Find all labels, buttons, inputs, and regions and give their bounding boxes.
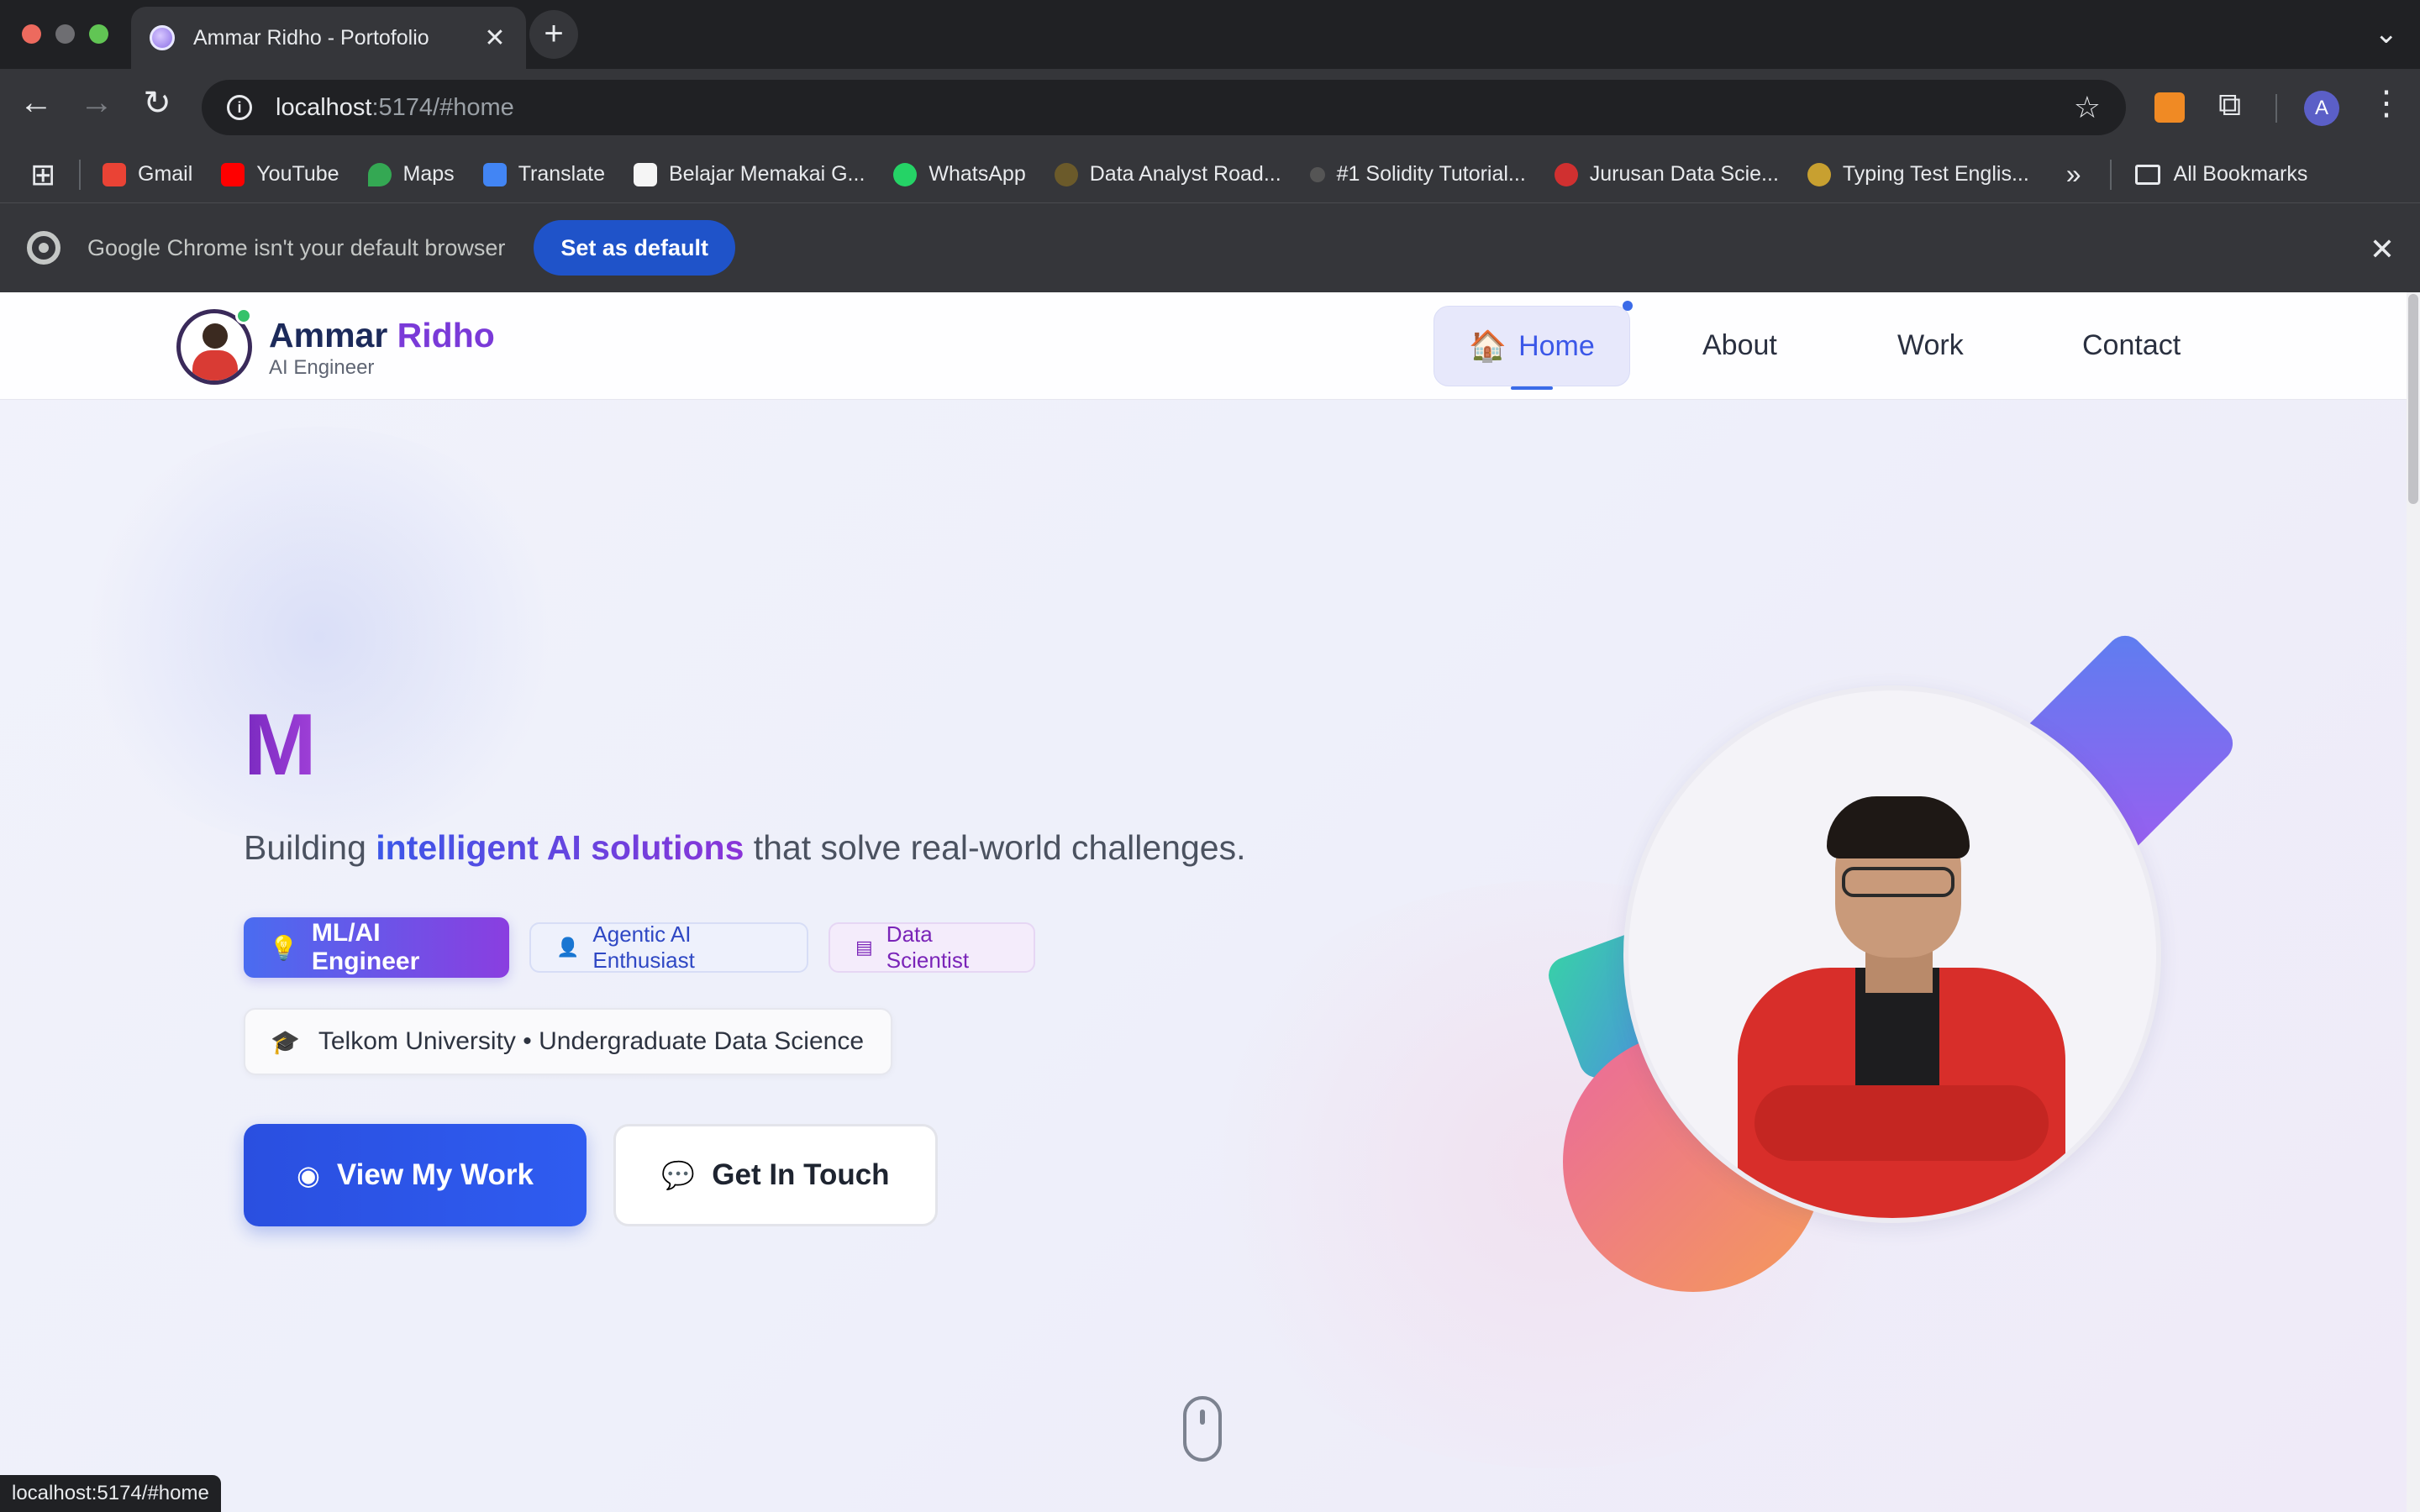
medium-icon: [633, 162, 657, 186]
window-close-button[interactable]: [22, 24, 41, 44]
profile-portrait: [1623, 685, 2161, 1223]
apps-grid-icon[interactable]: ⊞: [30, 157, 64, 192]
all-bookmarks-folder[interactable]: All Bookmarks: [2134, 162, 2307, 186]
online-status-dot: [235, 307, 252, 324]
new-tab-button[interactable]: +: [529, 10, 578, 59]
role-chip-agentic-ai[interactable]: 👤 Agentic AI Enthusiast: [529, 921, 808, 973]
portrait-hair: [1827, 796, 1970, 858]
bookmark-data-analyst[interactable]: Data Analyst Road...: [1054, 162, 1281, 186]
extensions-puzzle-icon[interactable]: ⧉: [2218, 87, 2241, 123]
background-glow: [67, 427, 571, 847]
solidity-icon: [1309, 166, 1325, 182]
view-my-work-button[interactable]: ◉ View My Work: [244, 1124, 587, 1226]
roadmap-icon: [1054, 162, 1078, 186]
bookmarks-bar: ⊞ Gmail YouTube Maps Translate Belajar M…: [0, 146, 2420, 203]
bookmark-gmail[interactable]: Gmail: [103, 162, 192, 186]
scroll-mouse-icon[interactable]: [1183, 1396, 1222, 1462]
lightbulb-icon: 💡: [269, 934, 298, 961]
active-indicator-dot: [1623, 301, 1633, 311]
back-arrow-icon[interactable]: ←: [13, 84, 59, 122]
tab-favicon-icon: [150, 25, 175, 50]
eye-icon: ◉: [297, 1160, 320, 1190]
typing-test-icon: [1807, 162, 1831, 186]
more-bookmarks-chevron-icon[interactable]: »: [2066, 159, 2081, 190]
infobar-close-icon[interactable]: ✕: [2370, 232, 2395, 267]
tab-title: Ammar Ridho - Portofolio: [193, 25, 429, 50]
forward-arrow-icon[interactable]: →: [74, 84, 119, 122]
chrome-logo-icon: [27, 231, 60, 265]
address-bar-url[interactable]: localhost:5174/#home: [276, 94, 2074, 122]
hero-tagline: Building intelligent AI solutions that s…: [244, 828, 1246, 867]
portrait-crossed-arms: [1754, 1085, 2049, 1161]
nav-contact[interactable]: Contact: [2082, 329, 2181, 362]
role-chip-ml-engineer[interactable]: 💡 ML/AI Engineer: [244, 917, 509, 978]
address-bar[interactable]: i localhost:5174/#home ☆: [202, 80, 2126, 135]
window-minimize-button[interactable]: [55, 24, 75, 44]
bookmark-maps[interactable]: Maps: [367, 162, 455, 186]
window-maximize-button[interactable]: [89, 24, 108, 44]
bookmark-typing[interactable]: Typing Test Englis...: [1807, 162, 2029, 186]
portrait-glasses: [1842, 867, 1954, 897]
nav-about[interactable]: About: [1702, 329, 1777, 362]
site-info-icon[interactable]: i: [227, 95, 252, 120]
brand-subtitle: AI Engineer: [269, 356, 375, 379]
infobar-message: Google Chrome isn't your default browser: [87, 234, 506, 260]
translate-icon: [482, 162, 507, 186]
default-browser-infobar: Google Chrome isn't your default browser…: [0, 203, 2420, 292]
extension-icon[interactable]: [2154, 92, 2185, 123]
maps-pin-icon: [367, 162, 392, 186]
web-page: Ammar Ridho AI Engineer 🏠 Home About Wor…: [0, 292, 2407, 1512]
get-in-touch-button[interactable]: 💬 Get In Touch: [613, 1124, 938, 1226]
reload-icon[interactable]: ↻: [134, 84, 180, 123]
bookmark-whatsapp[interactable]: WhatsApp: [893, 162, 1026, 186]
role-chip-data-scientist[interactable]: ▤ Data Scientist: [829, 921, 1035, 973]
bookmark-youtube[interactable]: YouTube: [221, 162, 339, 186]
scrollbar-thumb[interactable]: [2408, 294, 2418, 504]
folder-icon: [2134, 164, 2160, 185]
brand-name[interactable]: Ammar Ridho: [269, 316, 495, 355]
education-badge: 🎓 Telkom University • Undergraduate Data…: [244, 1008, 892, 1075]
scroll-wheel-indicator: [1200, 1410, 1205, 1425]
whatsapp-icon: [893, 162, 918, 186]
bookmarks-divider: [79, 159, 81, 190]
tab-search-chevron-icon[interactable]: ⌄: [2375, 17, 2399, 50]
link-status-bubble: localhost:5174/#home: [0, 1475, 221, 1512]
browser-tab-active[interactable]: Ammar Ridho - Portofolio ✕: [131, 7, 526, 69]
gmail-icon: [103, 162, 126, 186]
nav-home[interactable]: 🏠 Home: [1434, 306, 1630, 386]
bookmarks-divider-2: [2109, 159, 2112, 190]
profile-avatar[interactable]: A: [2304, 91, 2339, 126]
site-navbar: Ammar Ridho AI Engineer 🏠 Home About Wor…: [0, 292, 2407, 400]
nav-work[interactable]: Work: [1897, 329, 1964, 362]
browser-tab-strip: Ammar Ridho - Portofolio ✕ + ⌄: [0, 0, 2420, 69]
active-underline: [1511, 386, 1553, 390]
chart-icon: ▤: [855, 937, 873, 958]
set-as-default-button[interactable]: Set as default: [534, 220, 735, 276]
bookmark-translate[interactable]: Translate: [482, 162, 605, 186]
hero-typing-heading: M: [244, 696, 317, 794]
chat-bubble-icon: 💬: [661, 1160, 696, 1190]
youtube-icon: [221, 162, 245, 186]
bookmark-jurusan[interactable]: Jurusan Data Scie...: [1554, 162, 1779, 186]
chrome-menu-icon[interactable]: ⋮: [2370, 84, 2403, 123]
graduation-cap-icon: 🎓: [271, 1028, 300, 1055]
bookmark-solidity[interactable]: #1 Solidity Tutorial...: [1309, 162, 1526, 186]
bookmark-belajar[interactable]: Belajar Memakai G...: [633, 162, 865, 186]
tab-close-icon[interactable]: ✕: [482, 24, 508, 53]
jurusan-icon: [1554, 162, 1578, 186]
browser-toolbar: ← → ↻ i localhost:5174/#home ☆ ⧉ A ⋮: [0, 69, 2420, 146]
bookmark-star-icon[interactable]: ☆: [2074, 90, 2101, 125]
toolbar-divider: [2275, 94, 2277, 123]
house-icon: 🏠: [1469, 328, 1507, 363]
person-icon: 👤: [556, 937, 580, 958]
nav-home-label: Home: [1518, 329, 1595, 362]
